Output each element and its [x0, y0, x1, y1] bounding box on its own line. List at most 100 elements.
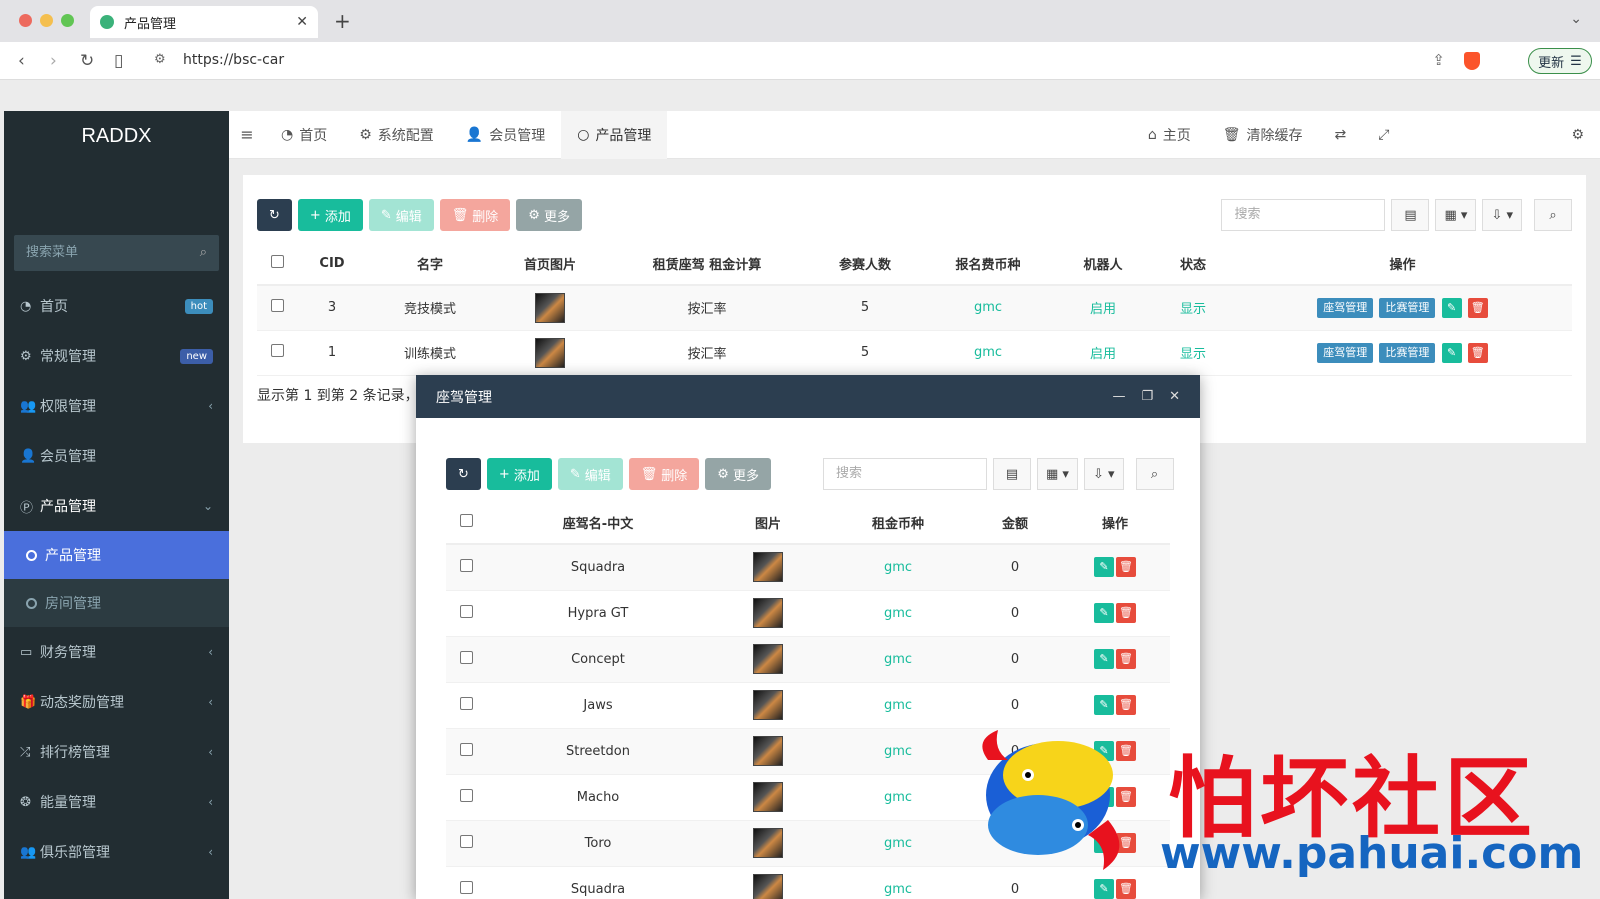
select-all-checkbox[interactable]: [459, 514, 473, 527]
update-button[interactable]: 更新 ☰: [1528, 48, 1592, 74]
table-row[interactable]: Concept gmc 0 ✎ 🗑: [446, 636, 1170, 683]
window-zoom-button[interactable]: [61, 14, 74, 27]
vehicle-thumbnail[interactable]: [753, 552, 783, 583]
edit-button[interactable]: ✎ 编辑: [557, 458, 623, 490]
new-tab-icon[interactable]: +: [334, 9, 351, 33]
vehicle-thumbnail[interactable]: [753, 598, 783, 628]
row-checkbox[interactable]: [459, 650, 473, 664]
delete-icon[interactable]: 🗑: [1116, 557, 1136, 578]
url-field[interactable]: https://bsc-car: [183, 52, 284, 68]
row-checkbox[interactable]: [270, 344, 284, 357]
delete-icon[interactable]: 🗑: [1467, 342, 1488, 363]
translate-icon[interactable]: ⇄: [1319, 111, 1363, 159]
menu-search-input[interactable]: 搜索菜单 ⌕: [14, 235, 219, 271]
share-icon[interactable]: ⇪: [1432, 51, 1445, 69]
sidebar-item-products[interactable]: Ⓟ 产品管理 ⌄: [4, 481, 229, 531]
reload-icon[interactable]: ↻: [80, 51, 94, 71]
table-row[interactable]: Squadra gmc 0 ✎ 🗑: [446, 544, 1170, 591]
delete-icon[interactable]: 🗑: [1116, 879, 1136, 899]
column-header[interactable]: 首页图片: [493, 243, 607, 286]
site-settings-icon[interactable]: ⚙: [154, 52, 166, 67]
column-header[interactable]: 报名费币种: [923, 243, 1053, 286]
home-link[interactable]: ⌂ 主页: [1132, 111, 1207, 159]
fullscreen-icon[interactable]: ⤢: [1362, 111, 1405, 159]
more-button[interactable]: ⚙ 更多: [516, 199, 582, 231]
vehicle-thumbnail[interactable]: [753, 644, 783, 674]
columns-dropdown-icon[interactable]: ▦ ▾: [1037, 458, 1078, 490]
row-checkbox[interactable]: [459, 558, 473, 572]
modal-search-input[interactable]: 搜索: [823, 458, 987, 490]
brave-shield-icon[interactable]: [1464, 52, 1480, 70]
edit-icon[interactable]: ✎: [1094, 833, 1114, 853]
delete-icon[interactable]: 🗑: [1467, 297, 1488, 318]
tab-system-config[interactable]: ⚙ 系统配置: [343, 111, 450, 159]
product-thumbnail[interactable]: [535, 337, 565, 368]
delete-icon[interactable]: 🗑: [1116, 833, 1136, 853]
edit-icon[interactable]: ✎: [1094, 695, 1114, 715]
export-dropdown-icon[interactable]: ⇩ ▾: [1482, 199, 1522, 231]
sidebar-item-members[interactable]: 👤 会员管理: [4, 431, 229, 481]
settings-cogs-icon[interactable]: ⚙: [1555, 111, 1600, 159]
columns-dropdown-icon[interactable]: ▦ ▾: [1435, 199, 1477, 231]
product-thumbnail[interactable]: [535, 292, 565, 323]
tab-products[interactable]: ○ 产品管理: [561, 110, 668, 159]
column-header[interactable]: 参赛人数: [807, 243, 923, 286]
sidebar-item-club[interactable]: 👥 俱乐部管理 ‹: [4, 827, 229, 877]
vehicle-thumbnail[interactable]: [753, 874, 783, 899]
status-cell[interactable]: 显示: [1153, 285, 1233, 331]
app-logo[interactable]: RADDX: [4, 111, 229, 161]
edit-icon[interactable]: ✎: [1094, 879, 1114, 899]
sidebar-item-energy[interactable]: ❂ 能量管理 ‹: [4, 777, 229, 827]
column-header[interactable]: CID: [297, 243, 367, 286]
row-checkbox[interactable]: [459, 696, 473, 710]
row-checkbox[interactable]: [270, 299, 284, 313]
forward-icon[interactable]: ›: [50, 51, 57, 71]
column-header[interactable]: 金额: [970, 502, 1060, 545]
column-header[interactable]: 名字: [367, 243, 493, 286]
row-checkbox[interactable]: [459, 834, 473, 848]
table-row[interactable]: Macho gmc 0 ✎ 🗑: [446, 774, 1170, 821]
tab-home[interactable]: ◔ 首页: [265, 111, 343, 159]
tab-close-icon[interactable]: ✕: [296, 14, 308, 30]
maximize-icon[interactable]: ❐: [1141, 389, 1153, 404]
window-minimize-button[interactable]: [40, 14, 53, 27]
search-icon[interactable]: ⌕: [1534, 199, 1572, 231]
edit-icon[interactable]: ✎: [1094, 787, 1114, 807]
bookmark-icon[interactable]: ▯: [114, 51, 123, 71]
vehicle-manage-button[interactable]: 座驾管理: [1317, 342, 1374, 363]
row-checkbox[interactable]: [459, 788, 473, 802]
back-icon[interactable]: ‹: [18, 51, 25, 71]
add-button[interactable]: + 添加: [297, 199, 363, 231]
window-close-button[interactable]: [19, 14, 32, 27]
column-header[interactable]: 机器人: [1053, 243, 1153, 286]
close-icon[interactable]: ✕: [1169, 389, 1180, 404]
sidebar-item-leaderboard[interactable]: ⤮ 排行榜管理 ‹: [4, 727, 229, 777]
tab-members[interactable]: 👤 会员管理: [450, 111, 561, 159]
robot-cell[interactable]: 启用: [1053, 285, 1153, 331]
edit-button[interactable]: ✎ 编辑: [368, 199, 434, 231]
delete-button[interactable]: 🗑 删除: [628, 458, 700, 490]
sidebar-item-general[interactable]: ⚙ 常规管理 new: [4, 331, 229, 381]
card-view-icon[interactable]: ▤: [993, 458, 1031, 490]
select-all-checkbox[interactable]: [270, 255, 284, 268]
sidebar-toggle-icon[interactable]: ≡: [229, 125, 265, 144]
add-button[interactable]: + 添加: [486, 458, 552, 490]
refresh-button[interactable]: ↻: [446, 458, 481, 490]
minimize-icon[interactable]: —: [1112, 389, 1125, 404]
vehicle-manage-button[interactable]: 座驾管理: [1317, 297, 1374, 318]
refresh-button[interactable]: ↻: [257, 199, 292, 231]
table-row[interactable]: Streetdon gmc 0 ✎ 🗑: [446, 728, 1170, 775]
table-row[interactable]: 1 训练模式 按汇率 5 gmc 启用 显示 座驾管理 比赛管理 ✎ 🗑: [257, 330, 1572, 376]
more-button[interactable]: ⚙ 更多: [705, 458, 771, 490]
export-dropdown-icon[interactable]: ⇩ ▾: [1083, 458, 1124, 490]
vehicle-thumbnail[interactable]: [753, 782, 783, 812]
modal-header[interactable]: 座驾管理 — ❐ ✕: [416, 375, 1200, 418]
delete-icon[interactable]: 🗑: [1116, 741, 1136, 761]
column-header[interactable]: 租金币种: [826, 502, 970, 545]
card-view-icon[interactable]: ▤: [1391, 199, 1430, 231]
vehicle-thumbnail[interactable]: [753, 736, 783, 766]
sidebar-item-permissions[interactable]: 👥 权限管理 ‹: [4, 381, 229, 431]
sidebar-subitem-rooms[interactable]: 房间管理: [4, 579, 229, 627]
table-search-input[interactable]: 搜索: [1221, 199, 1386, 231]
tab-list-chevron-icon[interactable]: ⌄: [1570, 11, 1582, 27]
